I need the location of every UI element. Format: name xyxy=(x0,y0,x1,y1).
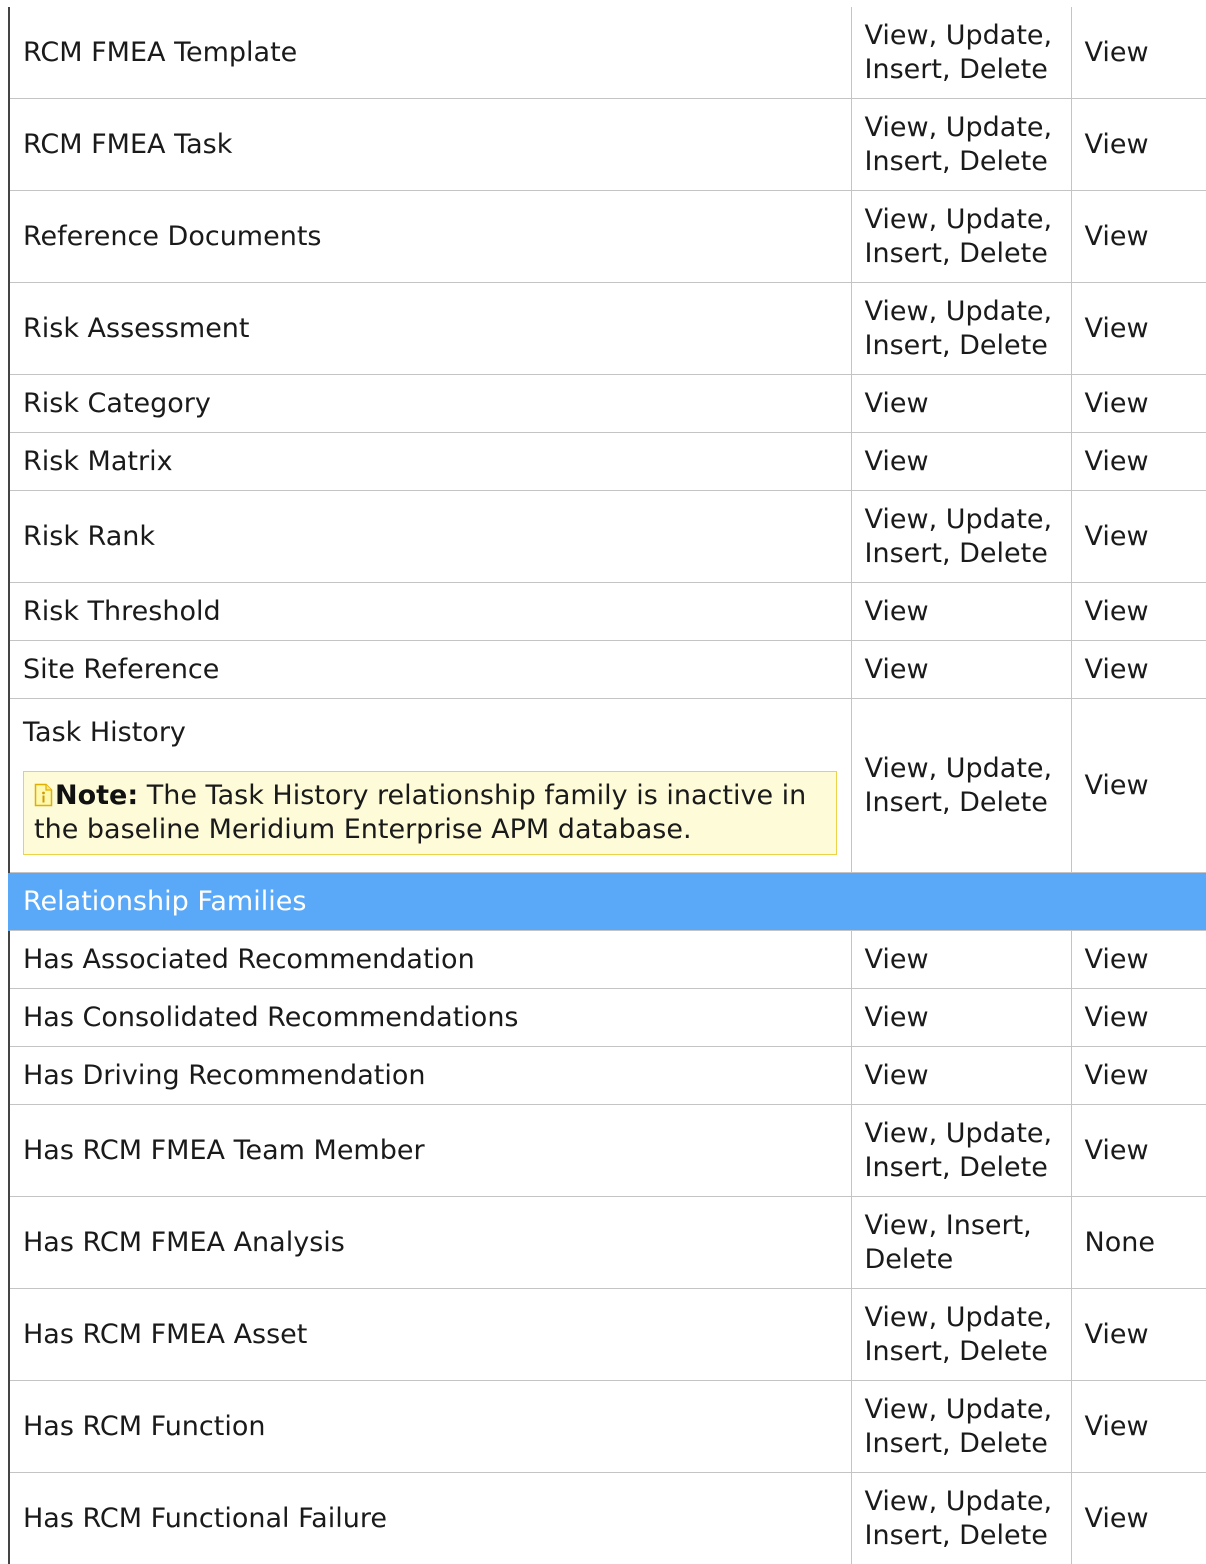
permission-2: View xyxy=(1071,1105,1206,1197)
family-name: Risk Assessment xyxy=(9,283,851,375)
permission-1: View, Update, Insert, Delete xyxy=(851,7,1071,99)
table-row: Has RCM FMEA Asset View, Update, Insert,… xyxy=(9,1289,1206,1381)
family-name: Risk Rank xyxy=(9,491,851,583)
family-name: Risk Category xyxy=(9,375,851,433)
table-row: Has RCM Functional Failure View, Update,… xyxy=(9,1473,1206,1564)
permission-1: View, Update, Insert, Delete xyxy=(851,1473,1071,1564)
permission-2: View xyxy=(1071,99,1206,191)
permission-1: View xyxy=(851,1047,1071,1105)
family-name: Has RCM Functional Failure xyxy=(9,1473,851,1564)
section-header-row: Relationship Families xyxy=(9,873,1206,931)
note-label: Note: xyxy=(55,780,138,811)
family-name: Has RCM FMEA Asset xyxy=(9,1289,851,1381)
permission-1: View xyxy=(851,641,1071,699)
permission-1: View xyxy=(851,989,1071,1047)
family-name: RCM FMEA Task xyxy=(9,99,851,191)
table-row: Has Driving Recommendation View View xyxy=(9,1047,1206,1105)
permission-2: View xyxy=(1071,191,1206,283)
permission-2: View xyxy=(1071,491,1206,583)
family-name: Has RCM FMEA Team Member xyxy=(9,1105,851,1197)
permission-2: View xyxy=(1071,1381,1206,1473)
permission-1: View, Update, Insert, Delete xyxy=(851,99,1071,191)
permission-1: View xyxy=(851,583,1071,641)
permission-1: View, Update, Insert, Delete xyxy=(851,283,1071,375)
permission-2: View xyxy=(1071,283,1206,375)
permission-2: View xyxy=(1071,1473,1206,1564)
permission-1: View xyxy=(851,375,1071,433)
permission-2: View xyxy=(1071,931,1206,989)
family-name: Has RCM FMEA Analysis xyxy=(9,1197,851,1289)
family-name: Reference Documents xyxy=(9,191,851,283)
permission-1: View, Update, Insert, Delete xyxy=(851,491,1071,583)
table-row: Has Associated Recommendation View View xyxy=(9,931,1206,989)
permission-1: View, Update, Insert, Delete xyxy=(851,1381,1071,1473)
table-row: Has Consolidated Recommendations View Vi… xyxy=(9,989,1206,1047)
table-row: Risk Threshold View View xyxy=(9,583,1206,641)
note-box: Note: The Task History relationship fami… xyxy=(23,771,837,855)
permission-2: View xyxy=(1071,433,1206,491)
section-header: Relationship Families xyxy=(9,873,1206,931)
table-row: Has RCM Function View, Update, Insert, D… xyxy=(9,1381,1206,1473)
family-name: Has RCM Function xyxy=(9,1381,851,1473)
family-name: Risk Matrix xyxy=(9,433,851,491)
table-row: Has RCM FMEA Team Member View, Update, I… xyxy=(9,1105,1206,1197)
family-name: Task History xyxy=(23,716,851,750)
table-row: Task History Note: The Task History rela… xyxy=(9,699,1206,873)
permission-2: View xyxy=(1071,1047,1206,1105)
permission-1: View, Update, Insert, Delete xyxy=(851,1105,1071,1197)
family-name-cell: Task History Note: The Task History rela… xyxy=(9,699,851,873)
table-row: Site Reference View View xyxy=(9,641,1206,699)
permission-1: View, Update, Insert, Delete xyxy=(851,699,1071,873)
table-row: Risk Matrix View View xyxy=(9,433,1206,491)
table-row: Risk Assessment View, Update, Insert, De… xyxy=(9,283,1206,375)
permission-1: View, Insert, Delete xyxy=(851,1197,1071,1289)
permission-2: None xyxy=(1071,1197,1206,1289)
table-row: Risk Category View View xyxy=(9,375,1206,433)
permission-1: View, Update, Insert, Delete xyxy=(851,191,1071,283)
permission-2: View xyxy=(1071,699,1206,873)
permission-2: View xyxy=(1071,583,1206,641)
table-row: Has RCM FMEA Analysis View, Insert, Dele… xyxy=(9,1197,1206,1289)
permission-1: View, Update, Insert, Delete xyxy=(851,1289,1071,1381)
family-name: Has Associated Recommendation xyxy=(9,931,851,989)
note-info-icon xyxy=(34,783,53,807)
family-name: RCM FMEA Template xyxy=(9,7,851,99)
family-name: Has Driving Recommendation xyxy=(9,1047,851,1105)
table-row: RCM FMEA Template View, Update, Insert, … xyxy=(9,7,1206,99)
permission-2: View xyxy=(1071,989,1206,1047)
permission-2: View xyxy=(1071,7,1206,99)
permission-2: View xyxy=(1071,641,1206,699)
family-name: Risk Threshold xyxy=(9,583,851,641)
table-row: Reference Documents View, Update, Insert… xyxy=(9,191,1206,283)
family-name: Has Consolidated Recommendations xyxy=(9,989,851,1047)
table-row: Risk Rank View, Update, Insert, Delete V… xyxy=(9,491,1206,583)
permission-1: View xyxy=(851,433,1071,491)
permission-2: View xyxy=(1071,375,1206,433)
family-name: Site Reference xyxy=(9,641,851,699)
note-text: The Task History relationship family is … xyxy=(34,780,806,845)
permission-2: View xyxy=(1071,1289,1206,1381)
security-permissions-table: RCM FMEA Template View, Update, Insert, … xyxy=(8,7,1206,1564)
permission-1: View xyxy=(851,931,1071,989)
table-row: RCM FMEA Task View, Update, Insert, Dele… xyxy=(9,99,1206,191)
